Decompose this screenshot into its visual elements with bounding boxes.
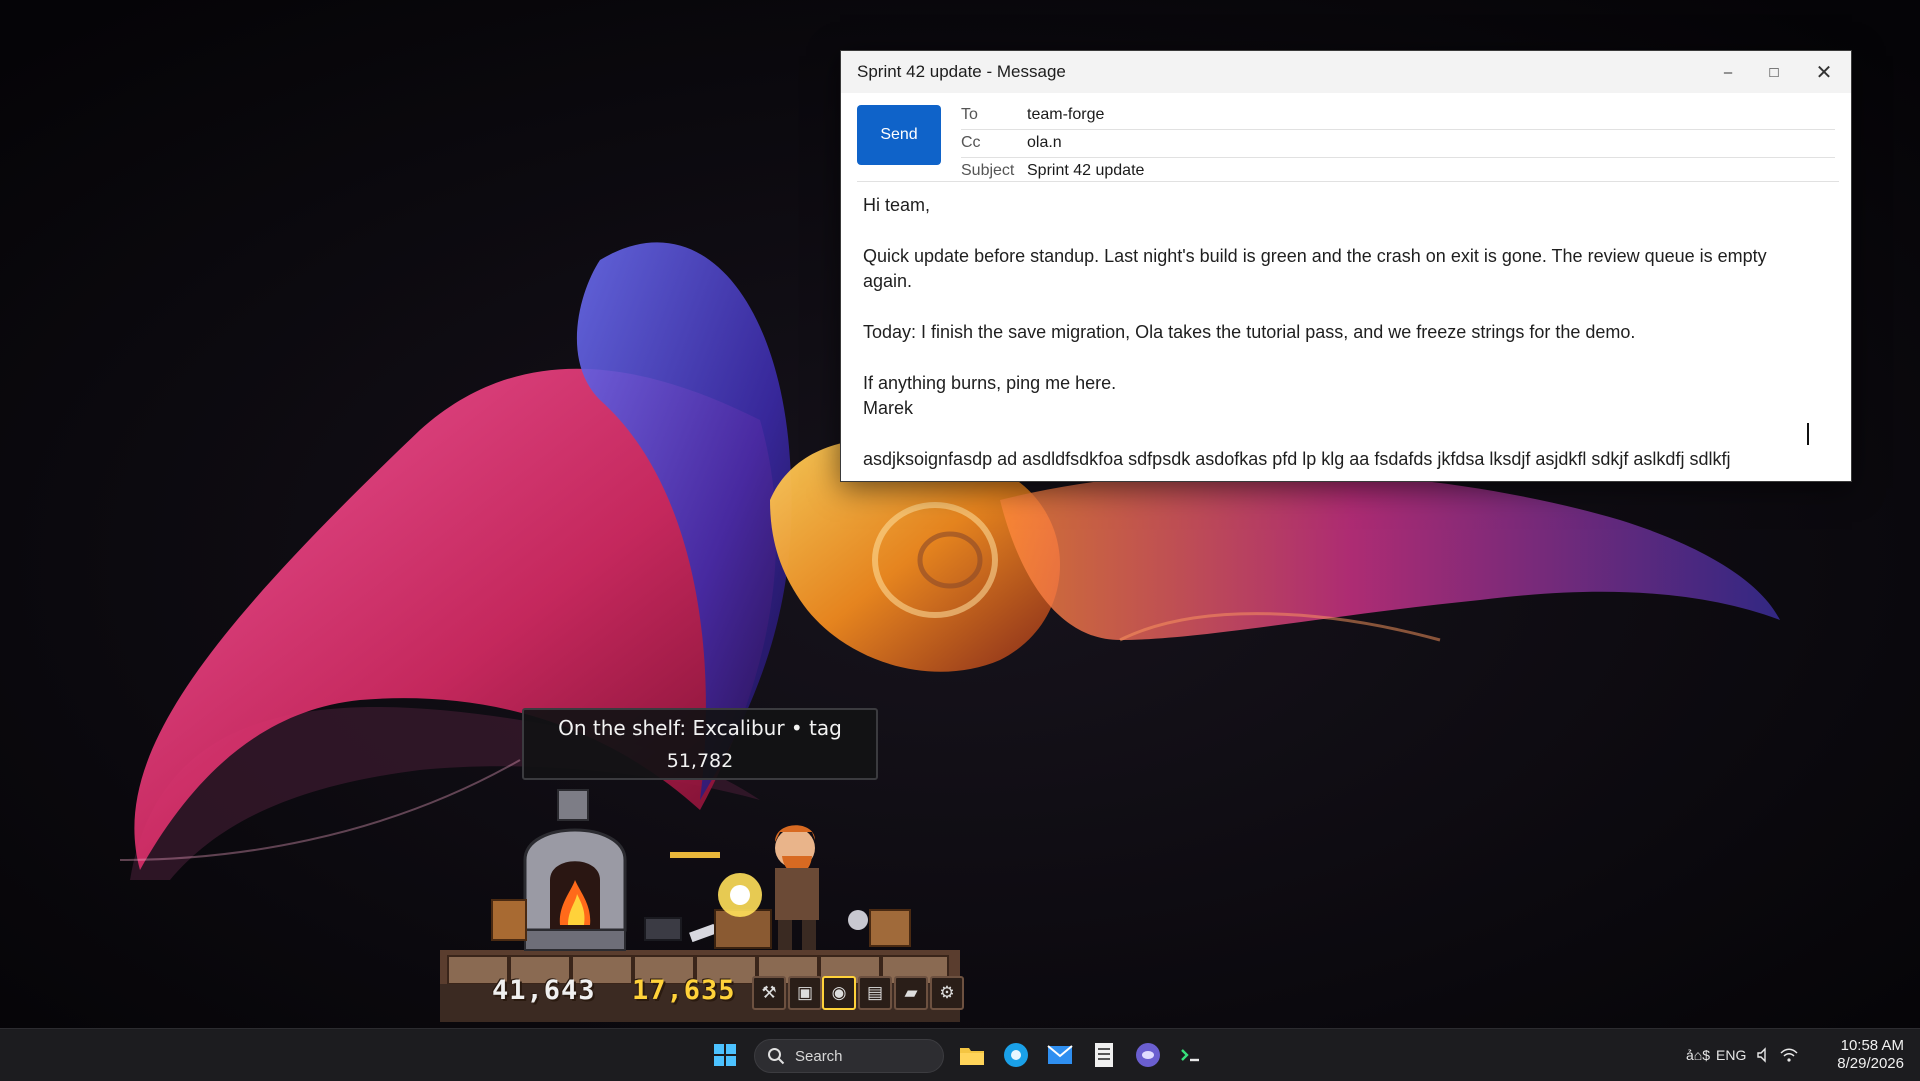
- system-clock[interactable]: 10:58 AM 8/29/2026: [1820, 1037, 1904, 1073]
- message-body[interactable]: Hi team, Quick update before standup. La…: [863, 193, 1811, 475]
- to-field[interactable]: To team-forge: [961, 101, 1835, 130]
- subject-label: Subject: [961, 162, 1015, 179]
- text-caret: [1807, 423, 1809, 445]
- body-paragraph-2: Today: I finish the save migration, Ola …: [863, 322, 1636, 342]
- window-title: Sprint 42 update - Message: [857, 62, 1066, 81]
- shield-icon[interactable]: ◉: [822, 976, 856, 1010]
- body-paragraph-3: If anything burns, ping me here. Marek: [863, 373, 1117, 418]
- taskbar: Search ả⌂$ ENG 10:58 AM 8/29/2026: [0, 1028, 1920, 1081]
- browser-icon[interactable]: [1002, 1041, 1030, 1069]
- start-button[interactable]: [713, 1043, 737, 1067]
- cc-label: Cc: [961, 134, 981, 151]
- stone-counter: 41,643: [492, 975, 596, 1006]
- wifi-icon[interactable]: [1780, 1029, 1798, 1081]
- cc-field[interactable]: Cc ola.n: [961, 129, 1835, 158]
- window-controls: – □ ✕: [1705, 51, 1851, 93]
- to-value[interactable]: team-forge: [1027, 106, 1104, 124]
- chest-icon[interactable]: ▣: [788, 976, 822, 1010]
- maximize-button[interactable]: □: [1751, 51, 1797, 93]
- close-button[interactable]: ✕: [1797, 51, 1851, 93]
- body-greeting: Hi team,: [863, 195, 931, 215]
- taskbar-search[interactable]: Search: [754, 1039, 944, 1073]
- search-icon: [768, 1048, 785, 1065]
- send-button[interactable]: Send: [857, 105, 941, 165]
- body-paragraph-1: Quick update before standup. Last night'…: [863, 246, 1767, 291]
- ime-indicator[interactable]: ả⌂$: [1686, 1029, 1710, 1081]
- anvil-icon[interactable]: ⚒: [752, 976, 786, 1010]
- terminal-icon[interactable]: [1178, 1041, 1206, 1069]
- file-explorer-icon[interactable]: [958, 1041, 986, 1069]
- book-icon[interactable]: ▤: [858, 976, 892, 1010]
- header-divider: [857, 181, 1839, 182]
- gear-icon[interactable]: ⚙: [930, 976, 964, 1010]
- clock-time: 10:58 AM: [1840, 1037, 1904, 1054]
- volume-icon[interactable]: [1756, 1029, 1772, 1081]
- gold-counter: 17,635: [632, 975, 736, 1006]
- cc-value[interactable]: ola.n: [1027, 134, 1062, 152]
- furnace: [523, 789, 627, 951]
- to-label: To: [961, 106, 978, 123]
- minimize-button[interactable]: –: [1705, 51, 1751, 93]
- tooltip-title: On the shelf: Excalibur • tag: [558, 716, 842, 740]
- chat-icon[interactable]: [1134, 1041, 1162, 1069]
- tooltip-value: 51,782: [666, 750, 734, 772]
- mail-icon[interactable]: [1046, 1041, 1074, 1069]
- window-titlebar[interactable]: Sprint 42 update - Message – □ ✕: [841, 51, 1851, 93]
- compose-header: Send To team-forge Cc ola.n Subject Spri…: [841, 93, 1851, 188]
- subject-value[interactable]: Sprint 42 update: [1027, 162, 1144, 180]
- notepad-icon[interactable]: [1090, 1041, 1118, 1069]
- body-typed-line: asdjksoignfasdp ad asdldfsdkfoa sdfpsdk …: [863, 449, 1731, 469]
- clock-date: 8/29/2026: [1837, 1055, 1904, 1072]
- language-indicator[interactable]: ENG: [1716, 1029, 1746, 1081]
- ingot-icon[interactable]: ▰: [894, 976, 928, 1010]
- search-label: Search: [795, 1047, 843, 1065]
- blacksmith-character: [775, 825, 819, 950]
- mail-compose-window: Sprint 42 update - Message – □ ✕ Send To…: [840, 50, 1852, 482]
